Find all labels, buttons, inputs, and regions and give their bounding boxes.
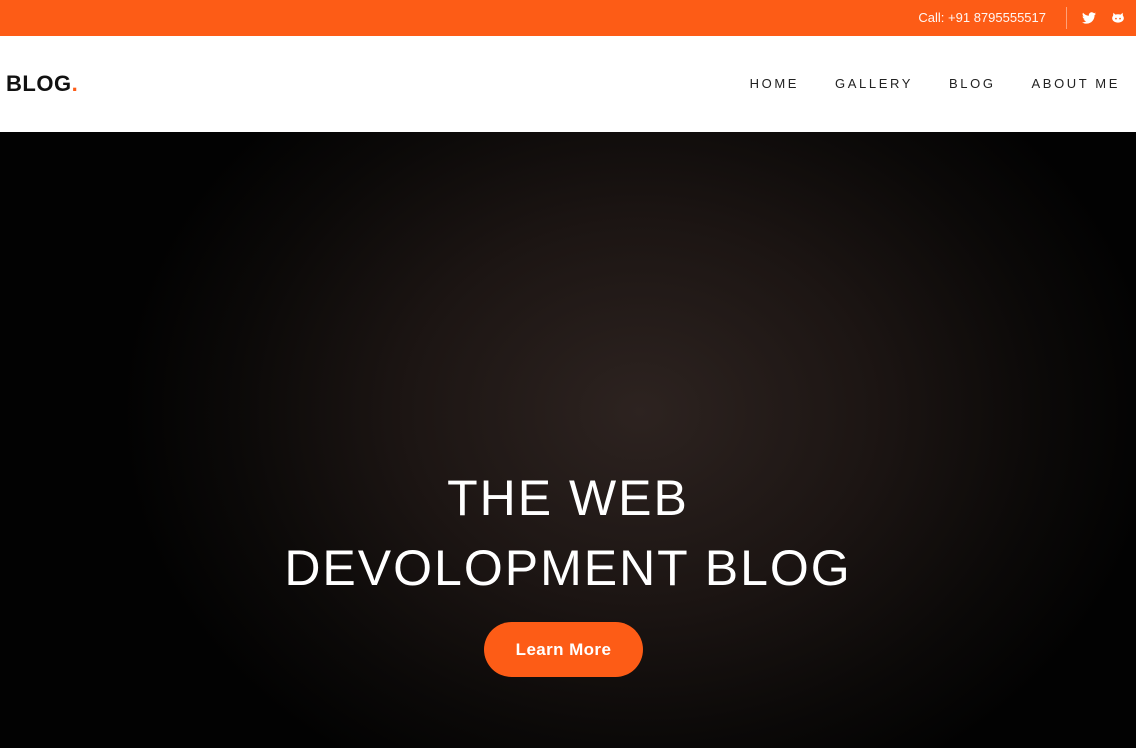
navbar: BLOG. HOME GALLERY BLOG ABOUT ME: [0, 36, 1136, 132]
main-menu: HOME GALLERY BLOG ABOUT ME: [750, 76, 1120, 92]
hero-title-line-1: THE WEB: [447, 470, 689, 526]
logo-text: BLOG: [6, 71, 72, 96]
hero-section: THE WEB DEVOLOPMENT BLOG Learn More: [0, 132, 1136, 748]
top-bar: Call: +91 8795555517: [0, 0, 1136, 36]
nav-gallery[interactable]: GALLERY: [835, 76, 913, 92]
site-logo[interactable]: BLOG.: [6, 72, 78, 96]
hero-title-line-2: DEVOLOPMENT BLOG: [284, 540, 852, 596]
logo-dot: .: [71, 71, 79, 96]
social-links: [1081, 10, 1136, 26]
twitter-icon[interactable]: [1081, 10, 1097, 26]
nav-about-me[interactable]: ABOUT ME: [1032, 76, 1120, 92]
call-text: Call: +91 8795555517: [918, 7, 1067, 29]
nav-home[interactable]: HOME: [750, 76, 799, 92]
learn-more-button[interactable]: Learn More: [484, 622, 643, 677]
nav-blog[interactable]: BLOG: [949, 76, 996, 92]
github-icon[interactable]: [1110, 10, 1126, 26]
